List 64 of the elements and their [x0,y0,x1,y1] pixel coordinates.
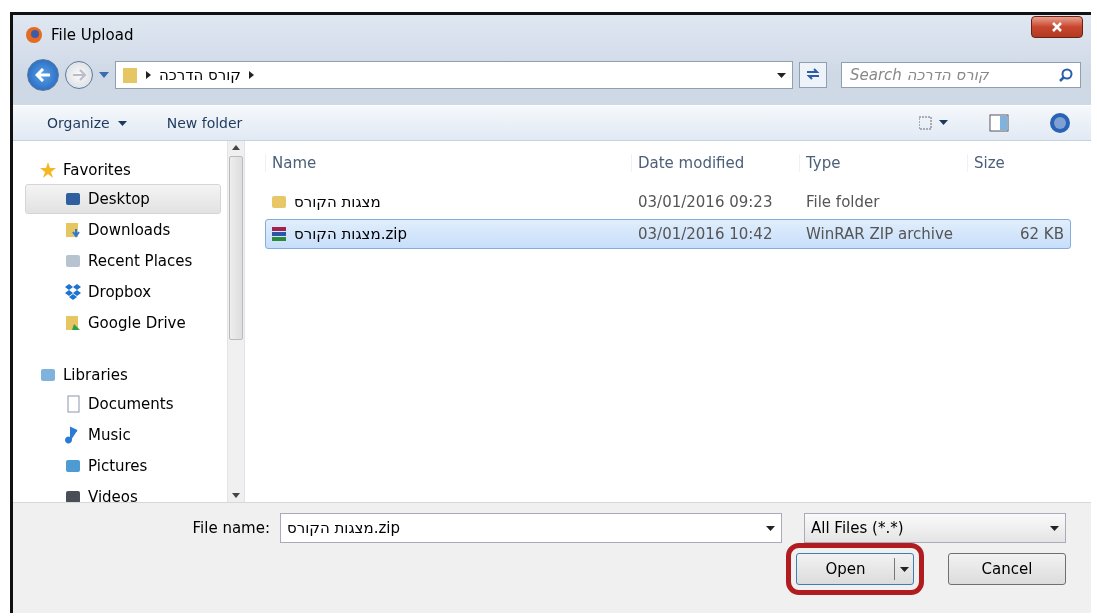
dropbox-icon [64,283,82,301]
cancel-button[interactable]: Cancel [948,553,1066,585]
column-header[interactable]: Size [967,154,1069,172]
browser-logo-icon [25,26,43,44]
sidebar-item[interactable]: Recent Places [25,246,221,276]
file-name: מצגות הקורס.zip [294,225,408,243]
column-header[interactable]: Date modified [631,154,799,172]
dropdown-arrow-icon [777,72,786,78]
search-icon [1059,68,1073,82]
folder-download-icon [64,221,82,239]
back-button[interactable] [27,59,59,91]
back-arrow-icon [35,68,51,82]
chevron-right-icon [146,71,151,79]
sidebar-item[interactable]: Documents [25,389,221,419]
sidebar-item[interactable]: Dropbox [25,277,221,307]
scroll-up-icon [231,145,240,150]
sidebar-item[interactable]: Pictures [25,451,221,481]
column-header[interactable]: Type [799,154,967,172]
folder-icon [122,66,138,84]
scroll-down-icon [231,493,240,498]
address-bar[interactable]: קורס הדרכה [115,61,793,89]
new-folder-button[interactable]: New folder [166,113,243,133]
date-cell-text: 03/01/2016 09:23 [637,193,774,211]
size-cell-text: 62 KB [1019,225,1065,243]
file-type-dropdown[interactable]: All Files (*.*) [804,513,1066,543]
column-header[interactable]: Name [265,154,631,172]
forward-button[interactable] [65,61,93,89]
close-button[interactable] [1031,16,1083,38]
type-cell-text: WinRAR ZIP archive [805,225,954,243]
file-name: מצגות הקורס [294,193,381,211]
view-options-icon[interactable] [919,116,949,130]
monitor-icon [64,190,82,208]
file-name-label: File name: [192,519,270,537]
date-cell-text: 03/01/2016 10:42 [637,225,774,243]
star-icon [39,160,57,179]
scrollbar[interactable] [226,141,244,502]
refresh-arrows-icon [806,67,820,80]
sidebar-item[interactable]: Videos [25,482,221,502]
dropdown-arrow-icon [899,566,909,572]
sidebar-item[interactable]: Google Drive [25,308,221,338]
file-name-field[interactable]: מצגות הקורס.zip [280,513,782,543]
breadcrumb-segment[interactable]: קורס הדרכה [159,66,241,84]
chevron-right-icon [248,71,254,79]
dropdown-arrow-icon [99,72,109,78]
sidebar-group[interactable]: Libraries [63,365,128,384]
organize-menu[interactable]: Organize [47,113,127,133]
dropdown-arrow-icon [1050,525,1059,531]
sidebar-group[interactable]: Favorites [63,160,131,179]
close-icon [1052,22,1062,32]
type-cell-text: File folder [805,193,881,211]
refresh-button[interactable] [799,62,827,88]
document-icon [64,395,82,413]
folder-icon [270,193,288,211]
window-title: File Upload [51,26,135,44]
preview-pane-icon[interactable] [989,114,1009,132]
search-field[interactable]: Search קורס הדרכה [841,62,1081,88]
archive-books-icon [270,225,288,243]
forward-arrow-icon [72,69,86,81]
dropdown-arrow-icon [766,525,775,531]
sidebar-item[interactable]: Music [25,420,221,450]
folder-drive-icon [64,314,82,332]
sidebar-item[interactable]: Desktop [25,184,221,214]
sidebar-item[interactable]: Downloads [25,215,221,245]
dropdown-arrow-icon [117,120,127,126]
